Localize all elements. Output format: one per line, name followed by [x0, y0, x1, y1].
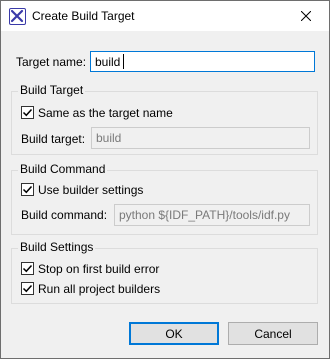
build-target-group-title: Build Target: [18, 83, 86, 97]
title-bar: Create Build Target: [1, 1, 329, 31]
ok-button[interactable]: OK: [129, 322, 219, 345]
checkmark-icon: [22, 264, 33, 273]
cancel-button[interactable]: Cancel: [228, 322, 318, 345]
window-title: Create Build Target: [32, 9, 135, 23]
build-target-group: Build Target Same as the target name Bui…: [11, 83, 318, 155]
checkmark-icon: [22, 108, 33, 117]
checkmark-icon: [22, 284, 33, 293]
same-as-name-checkbox[interactable]: [21, 106, 34, 119]
dialog-body: Target name: Build Target Same as the ta…: [1, 31, 329, 358]
stop-on-error-checkbox[interactable]: [21, 262, 34, 275]
close-icon: [301, 11, 311, 21]
build-command-label: Build command:: [21, 208, 108, 222]
build-target-label: Build target:: [21, 132, 86, 146]
build-command-group: Build Command Use builder settings Build…: [11, 162, 318, 235]
checkmark-icon: [22, 185, 33, 194]
run-all-builders-checkbox[interactable]: [21, 282, 34, 295]
build-command-group-title: Build Command: [18, 162, 108, 176]
build-target-input[interactable]: [91, 127, 310, 149]
build-settings-group-title: Build Settings: [18, 240, 96, 254]
target-name-label: Target name:: [16, 55, 87, 69]
use-builder-label[interactable]: Use builder settings: [38, 183, 143, 197]
same-as-name-label[interactable]: Same as the target name: [38, 106, 173, 120]
build-command-input[interactable]: [114, 204, 310, 226]
create-build-target-dialog: Create Build Target Target name: Build T…: [0, 0, 330, 359]
use-builder-checkbox[interactable]: [21, 183, 34, 196]
run-all-builders-label[interactable]: Run all project builders: [38, 282, 160, 296]
eclipse-x-icon: [9, 8, 26, 25]
stop-on-error-label[interactable]: Stop on first build error: [38, 262, 159, 276]
close-button[interactable]: [283, 1, 329, 31]
build-settings-group: Build Settings Stop on first build error…: [11, 240, 318, 304]
text-caret: [123, 54, 124, 69]
